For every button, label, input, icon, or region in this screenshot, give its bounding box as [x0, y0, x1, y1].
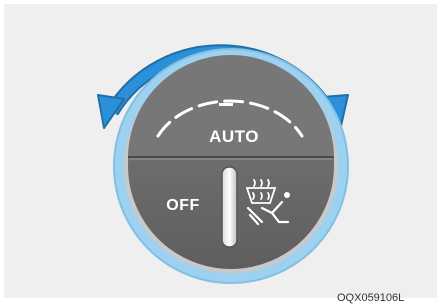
off-label: OFF [166, 197, 200, 214]
dial-slot[interactable] [221, 166, 238, 248]
auto-label: AUTO [209, 127, 259, 146]
climate-control-knob[interactable] [0, 0, 441, 305]
center-marker [219, 103, 233, 106]
figure-code: OQX059106L [337, 292, 405, 304]
